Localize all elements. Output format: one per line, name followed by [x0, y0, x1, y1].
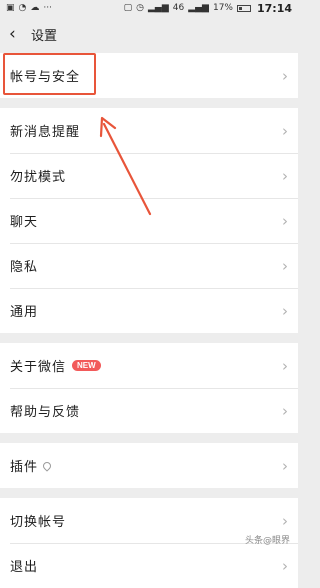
status-left-icons: ▣ ◔ ☁ ···	[6, 3, 52, 13]
row-label: 关于微信	[10, 360, 67, 375]
more-icon: ···	[43, 3, 52, 13]
settings-row-general[interactable]: 通用 ›	[0, 288, 298, 333]
settings-row-privacy[interactable]: 隐私 ›	[0, 243, 298, 288]
settings-group-general: 新消息提醒 › 勿扰模式 › 聊天 › 隐私 › 通用 ›	[0, 108, 298, 333]
row-label: 新消息提醒	[10, 125, 81, 140]
chevron-right-icon: ›	[282, 66, 288, 85]
chevron-right-icon: ›	[282, 356, 288, 375]
row-label: 退出	[10, 560, 39, 575]
chevron-right-icon: ›	[282, 456, 288, 475]
back-chevron-icon[interactable]: ‹	[9, 26, 25, 43]
row-label: 插件	[10, 460, 39, 475]
alarm-icon: ◔	[18, 3, 27, 13]
image-icon: ▣	[6, 3, 15, 13]
status-right-icons: ▢ ◷ ▂▄▆ 46 ▂▄▆ 17% 17:14	[124, 2, 292, 15]
row-label: 帐号与安全	[10, 70, 81, 85]
chevron-right-icon: ›	[282, 301, 288, 320]
chevron-right-icon: ›	[282, 401, 288, 420]
status-time: 17:14	[256, 1, 292, 15]
network-label: 46	[172, 3, 185, 13]
row-label: 切换帐号	[10, 515, 67, 530]
chevron-right-icon: ›	[282, 166, 288, 185]
signal-4g-icon: ▂▄▆	[188, 3, 209, 13]
settings-row-plugins[interactable]: 插件 ›	[0, 443, 298, 488]
settings-row-help-feedback[interactable]: 帮助与反馈 ›	[0, 388, 298, 433]
settings-row-about-wechat[interactable]: 关于微信 NEW ›	[0, 343, 298, 388]
chevron-right-icon: ›	[282, 256, 288, 275]
status-bar: ▣ ◔ ☁ ··· ▢ ◷ ▂▄▆ 46 ▂▄▆ 17% 17:14	[0, 0, 298, 16]
chevron-right-icon: ›	[282, 556, 288, 575]
signal-icon: ▂▄▆	[147, 3, 169, 13]
row-label: 帮助与反馈	[10, 405, 81, 420]
chevron-right-icon: ›	[282, 121, 288, 140]
new-badge: NEW	[72, 360, 101, 371]
row-label: 聊天	[10, 215, 39, 230]
settings-row-account-security[interactable]: 帐号与安全 ›	[0, 53, 298, 98]
watermark: 头条@眼界	[244, 536, 290, 546]
settings-row-do-not-disturb[interactable]: 勿扰模式 ›	[0, 153, 298, 198]
settings-row-notifications[interactable]: 新消息提醒 ›	[0, 108, 298, 153]
chevron-right-icon: ›	[282, 511, 288, 530]
settings-group-plugins: 插件 ›	[0, 443, 298, 488]
sim-icon: ▢	[123, 3, 133, 13]
row-label: 勿扰模式	[10, 170, 67, 185]
settings-row-chat[interactable]: 聊天 ›	[0, 198, 298, 243]
battery-icon	[236, 4, 251, 12]
nav-bar: ‹ 设置	[0, 16, 298, 53]
page-title: 设置	[31, 29, 58, 44]
row-label: 通用	[10, 305, 39, 320]
settings-group-about: 关于微信 NEW › 帮助与反馈 ›	[0, 343, 298, 433]
battery-percent: 17%	[212, 3, 233, 13]
settings-group-account: 帐号与安全 ›	[0, 53, 298, 98]
cloud-icon: ☁	[30, 3, 40, 13]
clock-icon: ◷	[136, 3, 144, 13]
row-label: 隐私	[10, 260, 39, 275]
chevron-right-icon: ›	[282, 211, 288, 230]
location-pin-icon	[41, 459, 53, 472]
settings-row-logout[interactable]: 退出 ›	[0, 543, 298, 588]
